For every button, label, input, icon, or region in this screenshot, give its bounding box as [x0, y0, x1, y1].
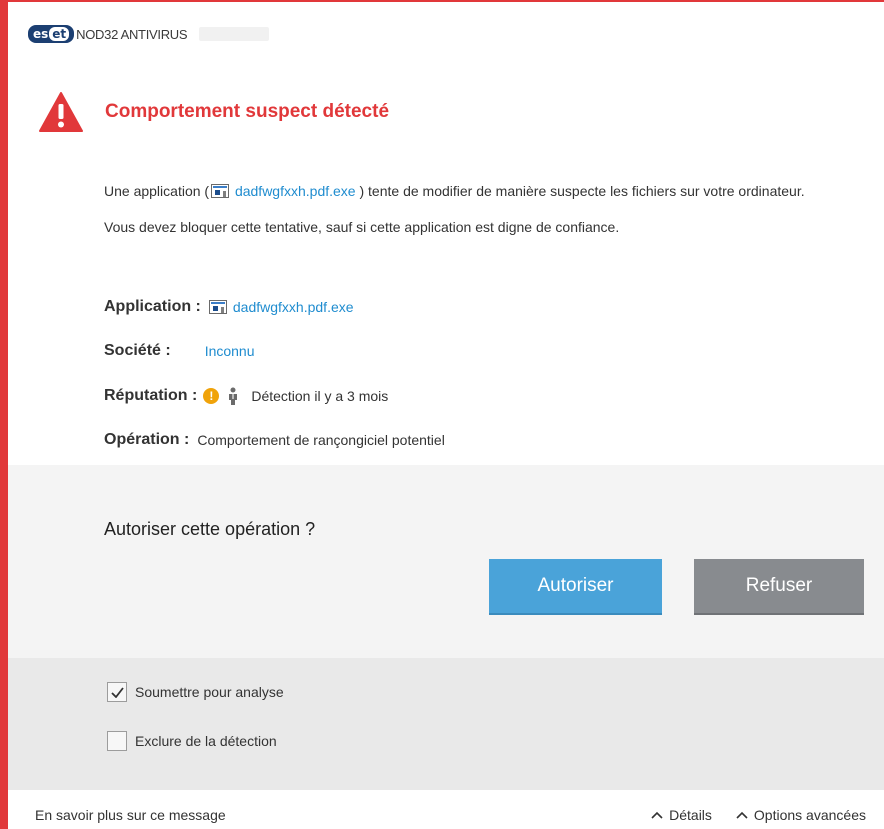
company-field: Société : Inconnu [104, 340, 255, 362]
exclude-from-detection-checkbox[interactable] [107, 731, 127, 751]
application-window-icon [208, 300, 227, 314]
message-paragraph: Une application ( dadfwgfxxh.pdf.exe ) t… [104, 180, 864, 202]
submit-for-analysis-checkbox[interactable] [107, 682, 127, 702]
operation-value: Comportement de rançongiciel potentiel [197, 432, 445, 448]
details-label: Détails [669, 807, 712, 823]
message-prefix: Une application ( [104, 183, 210, 199]
details-toggle[interactable]: Détails [651, 807, 712, 823]
application-window-icon [211, 184, 230, 198]
application-label: Application : [104, 298, 201, 315]
message-body: Une application ( dadfwgfxxh.pdf.exe ) t… [104, 180, 864, 238]
advanced-options-toggle[interactable]: Options avancées [736, 807, 866, 823]
deny-button[interactable]: Refuser [694, 559, 864, 613]
exclude-from-detection-option[interactable]: Exclure de la détection [107, 731, 277, 751]
title-bar: es et NOD32 ANTIVIRUS [8, 2, 884, 70]
application-field: Application : dadfwgfxxh.pdf.exe [104, 296, 354, 318]
operation-field: Opération : Comportement de rançongiciel… [104, 429, 445, 451]
advice-text: Vous devez bloquer cette tentative, sauf… [104, 219, 620, 235]
warning-triangle-icon [39, 92, 83, 132]
message-suffix: ) tente de modifier de manière suspecte … [359, 183, 805, 199]
person-icon [229, 387, 238, 405]
allow-button[interactable]: Autoriser [489, 559, 662, 613]
brand: es et NOD32 ANTIVIRUS [28, 24, 270, 44]
footer-actions: Détails Options avancées [651, 807, 866, 823]
alert-header: Comportement suspect détecté [38, 90, 389, 134]
reputation-field: Réputation : ! Détection il y a 3 mois [104, 385, 388, 407]
exclamation-warning-icon: ! [203, 388, 220, 404]
exclude-from-detection-label: Exclure de la détection [135, 733, 277, 749]
footer: En savoir plus sur ce message Détails Op… [8, 790, 884, 829]
chevron-up-icon [651, 811, 663, 819]
product-name: NOD32 ANTIVIRUS [76, 26, 188, 42]
question-area: Autoriser cette opération ? Autoriser Re… [8, 465, 884, 658]
reputation-value: Détection il y a 3 mois [251, 388, 389, 404]
question-text: Autoriser cette opération ? [104, 519, 316, 539]
eset-logo: es et [28, 25, 75, 43]
red-accent-bar [0, 2, 8, 829]
eset-alert-window: es et NOD32 ANTIVIRUS Comportement suspec… [0, 0, 884, 829]
reputation-label: Réputation : [104, 387, 198, 404]
options-area: Soumettre pour analyse Exclure de la dét… [8, 658, 884, 790]
chevron-up-icon [736, 811, 748, 819]
alert-title: Comportement suspect détecté [105, 101, 390, 122]
company-link[interactable]: Inconnu [205, 343, 255, 359]
operation-label: Opération : [104, 431, 190, 448]
submit-for-analysis-label: Soumettre pour analyse [135, 684, 284, 700]
title-blurred-area [199, 27, 270, 41]
company-label: Société : [104, 342, 171, 359]
learn-more-link[interactable]: En savoir plus sur ce message [35, 807, 226, 823]
application-link[interactable]: dadfwgfxxh.pdf.exe [235, 183, 356, 199]
application-name-link[interactable]: dadfwgfxxh.pdf.exe [233, 299, 354, 315]
checkmark-icon [110, 686, 124, 698]
advanced-options-label: Options avancées [753, 807, 866, 823]
submit-for-analysis-option[interactable]: Soumettre pour analyse [107, 682, 284, 702]
